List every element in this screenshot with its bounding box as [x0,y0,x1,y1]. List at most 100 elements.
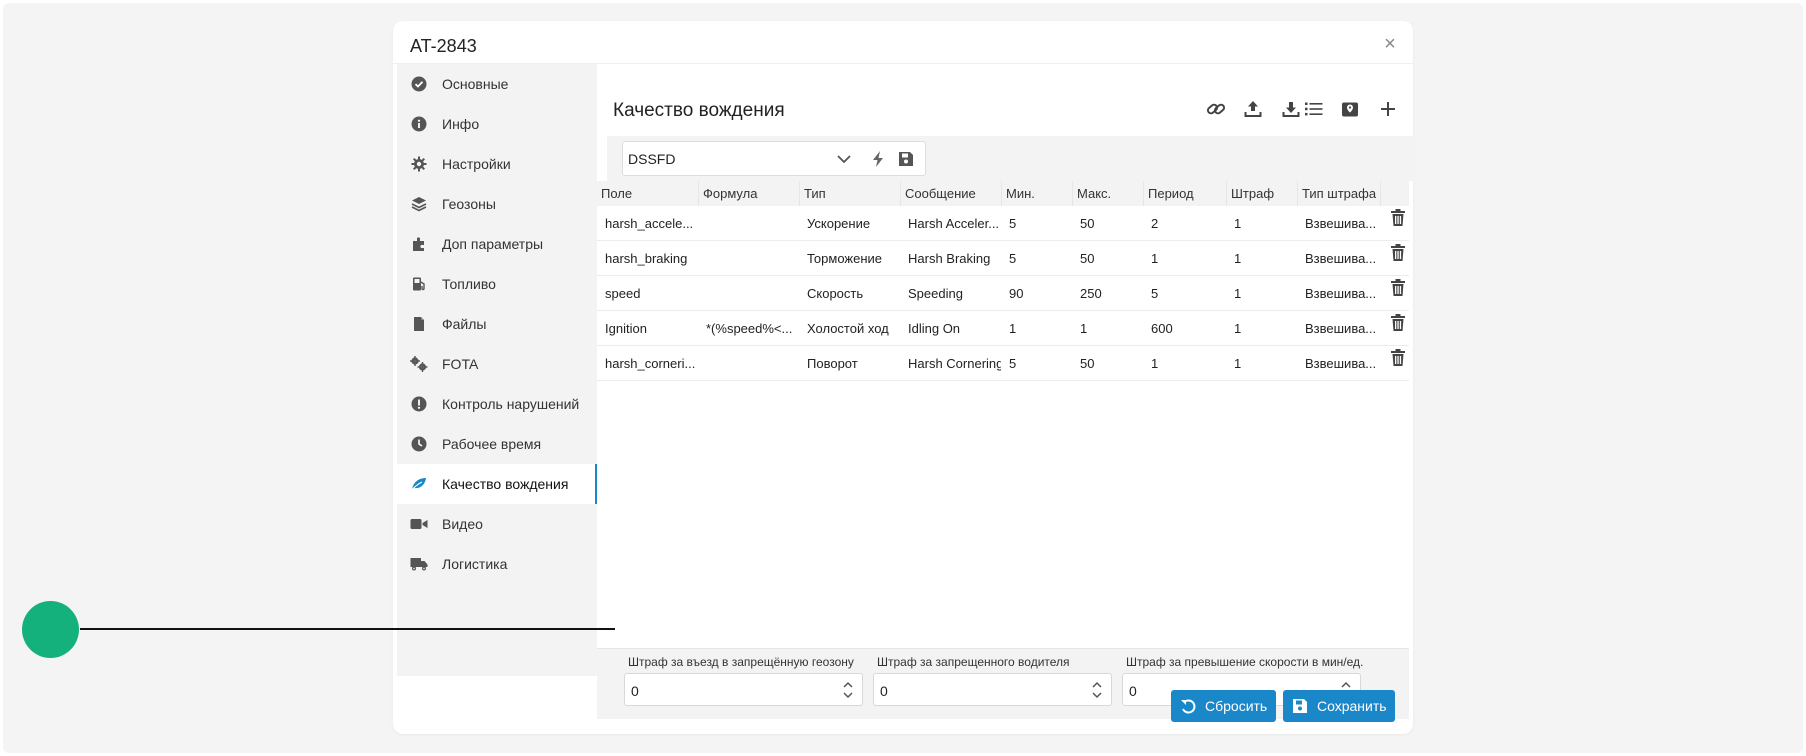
sidebar-item-video[interactable]: Видео [397,504,597,544]
page-title: Качество вождения [613,100,785,121]
sidebar-item-work-time[interactable]: Рабочее время [397,424,597,464]
sidebar-item-violations[interactable]: Контроль нарушений [397,384,597,424]
save-button[interactable]: Сохранить [1283,690,1395,722]
sidebar-item-logistics[interactable]: Логистика [397,544,597,584]
table-row[interactable]: harsh_accele... Ускорение Harsh Acceler.… [597,206,1409,241]
driver-penalty-label: Штраф за запрещенного водителя [877,655,1070,669]
reset-button[interactable]: Сбросить [1171,690,1276,722]
sidebar-item-files[interactable]: Файлы [397,304,597,344]
table-row[interactable]: Ignition *(%speed%<... Холостой ход Idli… [597,311,1409,346]
trash-icon[interactable] [1391,349,1407,367]
driver-penalty-input[interactable]: 0 [873,673,1112,706]
cell-penalty: 1 [1234,286,1242,301]
speeding-penalty-label: Штраф за превышение скорости в мин/ед. [1126,655,1364,669]
preset-select[interactable]: DSSFD [622,141,926,176]
cell-period: 1 [1151,251,1159,266]
column-header[interactable]: Период [1143,181,1226,206]
cell-period: 1 [1151,356,1159,371]
sidebar-item-main[interactable]: Основные [397,64,597,104]
column-header[interactable]: Макс. [1072,181,1143,206]
list-icon[interactable] [1302,97,1326,121]
column-header[interactable]: Формула [698,181,799,206]
column-header[interactable]: Тип штрафа [1297,181,1380,206]
sidebar-item-fota[interactable]: FOTA [397,344,597,384]
sidebar-item-geozones[interactable]: Геозоны [397,184,597,224]
undo-icon [1179,697,1197,715]
close-icon[interactable]: × [1381,34,1399,54]
puzzle-icon [410,235,428,253]
cell-type: Поворот [807,356,858,371]
alert-circle-icon [410,395,428,413]
speeding-penalty-value: 0 [1129,683,1137,699]
sidebar-item-fuel[interactable]: Топливо [397,264,597,304]
save-preset-icon[interactable] [897,150,915,168]
video-icon [410,515,428,533]
sidebar-item-label: Топливо [442,276,496,292]
leaf-icon [410,475,428,493]
cell-field: speed [605,286,641,301]
column-header[interactable]: Тип [799,181,900,206]
gear-icon [410,155,428,173]
cell-type: Ускорение [807,216,871,231]
cell-penalty-type: Взвешива... [1305,321,1377,336]
check-circle-icon [410,75,428,93]
cell-penalty-type: Взвешива... [1305,286,1377,301]
trash-icon[interactable] [1391,209,1407,227]
cell-type: Скорость [807,286,864,301]
cell-message: Speeding [908,286,963,301]
spinner-icon[interactable] [842,680,854,700]
save-icon [1291,697,1309,715]
trash-icon[interactable] [1391,279,1407,297]
cell-field: harsh_accele... [605,216,694,231]
file-icon [410,315,428,333]
cell-max: 250 [1080,286,1102,301]
cell-period: 5 [1151,286,1159,301]
column-header[interactable]: Штраф [1226,181,1297,206]
column-header[interactable]: Поле [597,181,698,206]
sidebar-item-info[interactable]: Инфо [397,104,597,144]
cell-max: 50 [1080,216,1095,231]
fuel-pump-icon [410,275,428,293]
column-header[interactable]: Мин. [1001,181,1072,206]
chevron-down-icon[interactable] [835,150,853,168]
sidebar-item-label: Основные [442,76,509,92]
geozone-penalty-value: 0 [631,683,639,699]
sidebar-item-settings[interactable]: Настройки [397,144,597,184]
column-header[interactable]: Сообщение [900,181,1001,206]
map-pin-icon[interactable] [1338,97,1362,121]
sidebar-item-label: Доп параметры [442,236,544,252]
gears-icon [410,355,428,373]
truck-icon [410,555,428,573]
trash-icon[interactable] [1391,244,1407,262]
trash-icon[interactable] [1391,314,1407,332]
download-icon[interactable] [1279,97,1303,121]
cell-penalty-type: Взвешива... [1305,216,1377,231]
sidebar-item-label: Видео [442,516,483,532]
dialog-title: AT-2843 [410,36,477,56]
cell-max: 50 [1080,251,1095,266]
annotation-connector [80,628,615,630]
geozone-penalty-input[interactable]: 0 [624,673,863,706]
cell-type: Торможение [807,251,883,266]
preset-select-value: DSSFD [628,151,676,167]
cell-message: Harsh Braking [908,251,991,266]
upload-icon[interactable] [1241,97,1265,121]
sidebar-item-label: FOTA [442,356,479,372]
sidebar-item-driving-quality[interactable]: Качество вождения [397,464,597,504]
cell-message: Harsh Cornering [908,356,1001,371]
sidebar-item-label: Логистика [442,556,508,572]
sidebar-item-label: Геозоны [442,196,496,212]
cell-penalty: 1 [1234,216,1242,231]
spinner-icon[interactable] [1091,680,1103,700]
sidebar-item-extra-params[interactable]: Доп параметры [397,224,597,264]
table-header: Поле Формула Тип Сообщение Мин. Макс. Пе… [597,181,1409,206]
plus-icon[interactable] [1376,97,1400,121]
table-row[interactable]: harsh_braking Торможение Harsh Braking 5… [597,241,1409,276]
link-icon[interactable] [1204,97,1228,121]
cell-max: 50 [1080,356,1095,371]
table-row[interactable]: speed Скорость Speeding 90 250 5 1 Взвеш… [597,276,1409,311]
layers-icon [410,195,428,213]
bolt-icon[interactable] [869,150,887,168]
cell-field: Ignition [605,321,647,336]
table-row[interactable]: harsh_corneri... Поворот Harsh Cornering… [597,346,1409,381]
